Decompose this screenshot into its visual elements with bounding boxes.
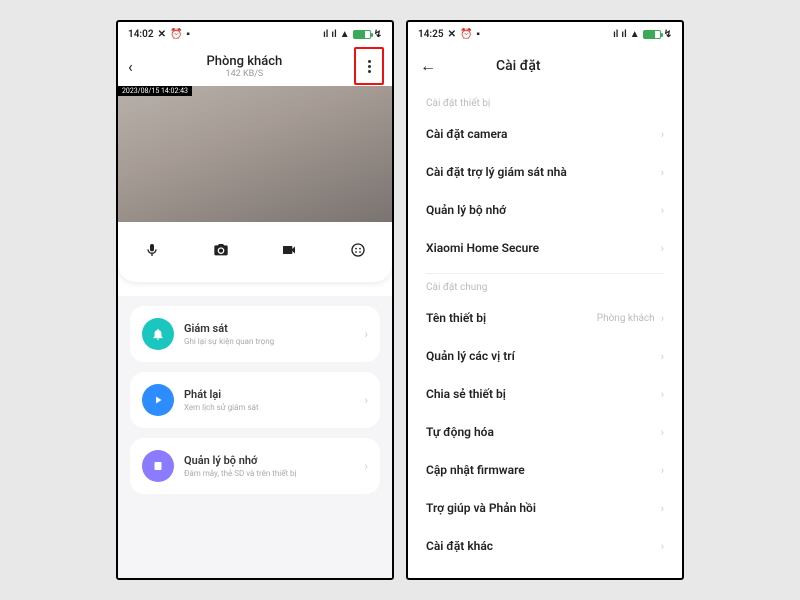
chevron-right-icon: › [661,128,664,141]
chevron-right-icon: › [661,502,664,515]
page-title: Cài đặt [496,58,541,74]
more-menu-highlight [354,47,384,85]
card-playback[interactable]: Phát lại Xem lịch sử giám sát › [130,372,380,428]
chevron-right-icon: › [661,388,664,401]
dnd-icon: ✕ [158,29,166,40]
mic-icon[interactable] [144,242,160,262]
row-storage[interactable]: Quản lý bộ nhớ › [426,191,664,229]
card-title: Phát lại [184,388,364,401]
chevron-right-icon: › [661,312,664,325]
row-label: Xiaomi Home Secure [426,241,539,255]
chevron-right-icon: › [661,540,664,553]
camera-toolbar [118,222,392,282]
chevron-right-icon: › [661,350,664,363]
bell-icon [142,318,174,350]
row-label: Trợ giúp và Phản hồi [426,501,536,515]
section-header-device: Cài đặt thiết bị [426,98,664,109]
row-label: Cài đặt khác [426,539,493,553]
title-bar: ‹ Phòng khách 142 KB/S [118,46,392,86]
page-title: Phòng khách [133,54,356,69]
signal-icon: ıl [331,29,336,40]
dnd-icon: ✕ [448,29,456,40]
row-label: Cập nhật firmware [426,463,525,477]
chevron-right-icon: › [661,426,664,439]
signal-icon: ıl [613,29,618,40]
row-label: Tên thiết bị [426,311,486,325]
row-camera-settings[interactable]: Cài đặt camera › [426,115,664,153]
row-firmware[interactable]: Cập nhật firmware › [426,451,664,489]
app-icon: ▪ [186,29,190,40]
settings-list: Cài đặt thiết bị Cài đặt camera › Cài đặ… [408,86,682,578]
battery-icon [643,30,661,39]
row-label: Cài đặt trợ lý giám sát nhà [426,165,567,179]
clock: 14:02 [128,29,154,40]
signal-icon: ıl [323,29,328,40]
play-icon [142,384,174,416]
row-help[interactable]: Trợ giúp và Phản hồi › [426,489,664,527]
battery-icon [353,30,371,39]
row-automation[interactable]: Tự động hóa › [426,413,664,451]
chevron-right-icon: › [364,327,368,341]
row-label: Cài đặt camera [426,127,507,141]
row-label: Quản lý bộ nhớ [426,203,506,217]
video-icon[interactable] [281,242,297,262]
more-menu-button[interactable] [356,53,382,79]
card-monitoring[interactable]: Giám sát Ghi lại sự kiện quan trọng › [130,306,380,362]
row-home-secure[interactable]: Xiaomi Home Secure › [426,229,664,267]
chevron-right-icon: › [661,204,664,217]
row-device-name[interactable]: Tên thiết bị Phòng khách › [426,299,664,337]
chevron-right-icon: › [661,166,664,179]
phone-settings-view: 14:25 ✕ ⏰ ▪ ıl ıl ▲ ↯ ← Cài đặt Cài đặt … [406,20,684,580]
status-bar: 14:25 ✕ ⏰ ▪ ıl ıl ▲ ↯ [408,22,682,46]
alarm-icon: ⏰ [460,29,472,40]
row-label: Tự động hóa [426,425,494,439]
card-storage[interactable]: Quản lý bộ nhớ Đám mây, thẻ SD và trên t… [130,438,380,494]
feature-list: Giám sát Ghi lại sự kiện quan trọng › Ph… [118,296,392,578]
wifi-icon: ▲ [340,29,350,40]
card-subtitle: Ghi lại sự kiện quan trọng [184,337,364,346]
feed-timestamp: 2023/08/15 14:02:43 [118,86,192,96]
card-subtitle: Đám mây, thẻ SD và trên thiết bị [184,469,364,478]
card-subtitle: Xem lịch sử giám sát [184,403,364,412]
chevron-right-icon: › [661,464,664,477]
alarm-icon: ⏰ [170,29,182,40]
phone-camera-view: 14:02 ✕ ⏰ ▪ ıl ıl ▲ ↯ ‹ Phòng khách 142 … [116,20,394,580]
row-label: Quản lý các vị trí [426,349,515,363]
chevron-right-icon: › [364,459,368,473]
row-value: Phòng khách [597,313,655,324]
card-title: Quản lý bộ nhớ [184,454,364,467]
settings-dots-icon[interactable] [350,242,366,262]
title-bar: ← Cài đặt [408,46,682,86]
row-locations[interactable]: Quản lý các vị trí › [426,337,664,375]
row-home-assistant[interactable]: Cài đặt trợ lý giám sát nhà › [426,153,664,191]
chevron-right-icon: › [661,242,664,255]
chevron-right-icon: › [364,393,368,407]
clock: 14:25 [418,29,444,40]
camera-feed[interactable]: 2023/08/15 14:02:43 [118,86,392,222]
photo-icon[interactable] [213,242,229,262]
charging-icon: ↯ [374,29,382,40]
storage-icon [142,450,174,482]
card-title: Giám sát [184,322,364,335]
signal-icon: ıl [621,29,626,40]
back-button[interactable]: ← [420,56,436,76]
charging-icon: ↯ [664,29,672,40]
bitrate-label: 142 KB/S [133,69,356,79]
row-other[interactable]: Cài đặt khác › [426,527,664,565]
divider [426,273,664,274]
section-header-general: Cài đặt chung [426,282,664,293]
row-share[interactable]: Chia sẻ thiết bị › [426,375,664,413]
app-icon: ▪ [476,29,480,40]
wifi-icon: ▲ [630,29,640,40]
row-label: Chia sẻ thiết bị [426,387,506,401]
status-bar: 14:02 ✕ ⏰ ▪ ıl ıl ▲ ↯ [118,22,392,46]
